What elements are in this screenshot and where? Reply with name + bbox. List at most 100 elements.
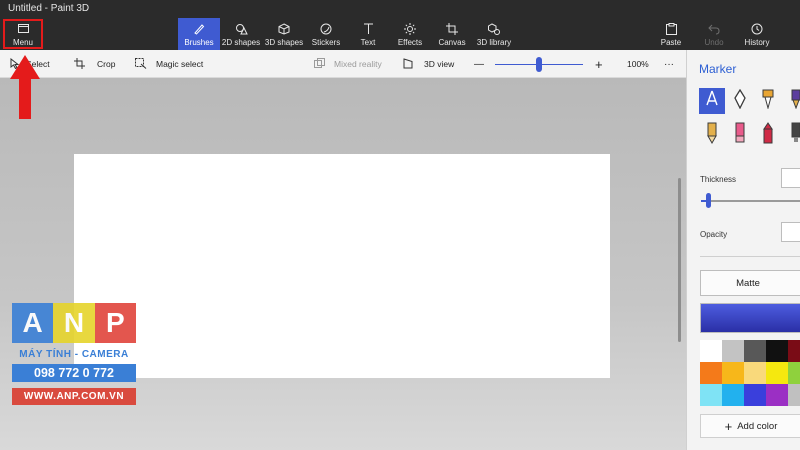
3d-view-icon <box>403 57 413 71</box>
brush-icon <box>193 22 205 36</box>
brush-eraser[interactable] <box>727 122 753 148</box>
brush-side-panel: Marker Thickness Opacity Matte + Add col… <box>686 50 800 450</box>
color-swatch[interactable] <box>766 384 788 406</box>
tab-stickers[interactable]: Stickers <box>305 18 347 50</box>
panel-divider <box>700 256 800 257</box>
more-options-button[interactable]: ··· <box>664 50 674 78</box>
crop-button[interactable]: Crop <box>74 50 115 78</box>
zoom-level: 100% <box>627 59 649 69</box>
plus-icon: + <box>724 418 733 434</box>
undo-icon <box>708 22 720 36</box>
cube-icon <box>278 22 290 36</box>
menu-icon <box>17 22 29 36</box>
tab-label: 2D shapes <box>221 37 261 47</box>
zoom-out-button[interactable]: — <box>474 50 484 78</box>
crop-label: Crop <box>97 59 116 69</box>
crop-icon <box>74 57 85 71</box>
pencil-icon <box>706 122 718 149</box>
magic-select-button[interactable]: Magic select <box>135 50 203 78</box>
history-button[interactable]: History <box>740 18 774 50</box>
watercolor-brush-icon <box>789 89 800 114</box>
history-icon <box>751 22 763 36</box>
tool-options-bar: Select Crop Magic select Mixed reality 3… <box>0 50 686 78</box>
window-title: Untitled - Paint 3D <box>0 0 800 18</box>
tab-3d-library[interactable]: 3D library <box>474 18 514 50</box>
anp-watermark: A N P MÁY TÍNH - CAMERA 098 772 0 772 WW… <box>12 303 136 439</box>
tab-brushes[interactable]: Brushes <box>178 18 220 50</box>
tab-label: Text <box>360 37 376 47</box>
pixel-pen-icon <box>790 122 800 149</box>
tab-label: Canvas <box>438 37 466 47</box>
color-swatch[interactable] <box>766 362 788 384</box>
brush-pixel-pen[interactable] <box>783 122 800 148</box>
fountain-pen-icon <box>733 88 747 114</box>
tab-canvas[interactable]: Canvas <box>432 18 472 50</box>
brush-oil[interactable] <box>755 88 781 114</box>
menu-button[interactable]: Menu <box>3 19 43 49</box>
mixed-reality-button[interactable]: Mixed reality <box>314 50 382 78</box>
brush-crayon[interactable] <box>755 121 781 149</box>
tab-label: 3D shapes <box>264 37 304 47</box>
paste-icon <box>665 22 677 36</box>
zoom-slider-thumb[interactable] <box>536 57 542 72</box>
menu-label: Menu <box>12 37 33 47</box>
tab-text[interactable]: Text <box>348 18 388 50</box>
tab-label: 3D library <box>476 37 512 47</box>
opacity-input[interactable] <box>781 222 800 242</box>
thickness-slider-track[interactable] <box>701 200 800 202</box>
color-swatch[interactable] <box>722 362 744 384</box>
finish-dropdown[interactable]: Matte <box>700 270 800 296</box>
color-swatch[interactable] <box>788 340 800 362</box>
marker-brush-icon <box>704 90 720 113</box>
color-swatch[interactable] <box>766 340 788 362</box>
color-swatch[interactable] <box>700 340 722 362</box>
add-color-button[interactable]: + Add color <box>700 414 800 438</box>
watermark-letter: A <box>12 303 54 343</box>
color-palette <box>700 340 800 406</box>
color-swatch[interactable] <box>744 362 766 384</box>
library-icon <box>488 22 500 36</box>
2d-shapes-icon <box>235 22 248 36</box>
undo-button[interactable]: Undo <box>698 18 730 50</box>
mixed-reality-icon <box>314 57 325 71</box>
color-swatch[interactable] <box>722 384 744 406</box>
paste-button[interactable]: Paste <box>655 18 687 50</box>
drawing-canvas[interactable] <box>74 154 610 378</box>
paste-label: Paste <box>660 37 682 47</box>
vertical-scrollbar[interactable] <box>678 178 681 342</box>
crayon-icon <box>762 121 774 149</box>
color-swatch[interactable] <box>700 384 722 406</box>
color-swatch[interactable] <box>788 384 800 406</box>
history-label: History <box>744 37 770 47</box>
tab-2d-shapes[interactable]: 2D shapes <box>220 18 262 50</box>
thickness-slider-thumb[interactable] <box>706 193 711 208</box>
sun-icon <box>404 22 416 36</box>
thickness-input[interactable] <box>781 168 800 188</box>
current-color-swatch[interactable] <box>700 303 800 333</box>
thickness-label: Thickness <box>700 175 737 184</box>
brush-pencil[interactable] <box>699 122 725 148</box>
watermark-tagline: MÁY TÍNH - CAMERA <box>19 349 129 360</box>
watermark-website: WWW.ANP.COM.VN <box>12 388 136 405</box>
tab-3d-shapes[interactable]: 3D shapes <box>263 18 305 50</box>
color-swatch[interactable] <box>744 340 766 362</box>
brush-calligraphy-pen[interactable] <box>727 88 753 114</box>
brush-marker[interactable] <box>699 88 725 114</box>
tab-label: Stickers <box>311 37 341 47</box>
annotation-arrow-icon <box>10 55 40 119</box>
color-swatch[interactable] <box>722 340 744 362</box>
magic-select-icon <box>135 57 147 71</box>
zoom-in-button[interactable]: + <box>595 50 603 78</box>
watermark-letter: P <box>94 303 136 343</box>
color-swatch[interactable] <box>788 362 800 384</box>
oil-brush-icon <box>761 89 775 114</box>
color-swatch[interactable] <box>700 362 722 384</box>
brush-watercolor[interactable] <box>783 88 800 114</box>
watermark-letter: N <box>53 303 95 343</box>
opacity-label: Opacity <box>700 230 728 239</box>
3d-view-button[interactable]: 3D view <box>403 50 454 78</box>
text-icon <box>363 22 374 36</box>
watermark-phone: 098 772 0 772 <box>12 364 136 382</box>
color-swatch[interactable] <box>744 384 766 406</box>
tab-effects[interactable]: Effects <box>390 18 430 50</box>
